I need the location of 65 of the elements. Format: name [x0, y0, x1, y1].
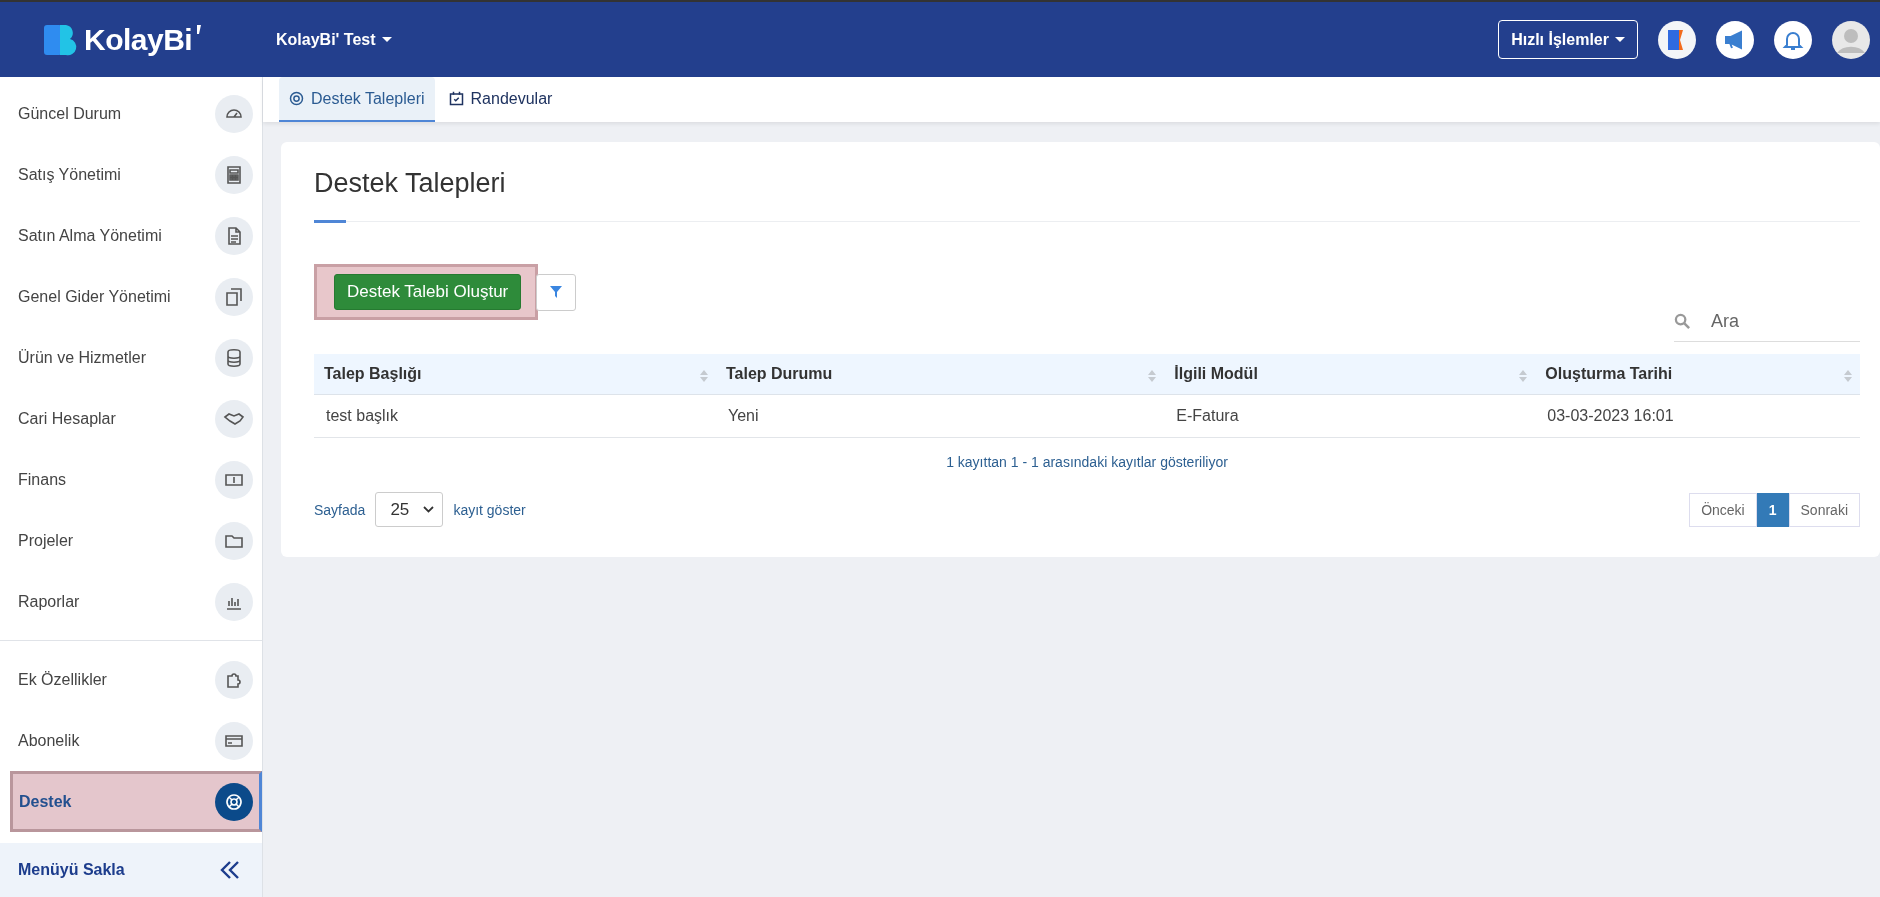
create-request-button[interactable]: Destek Talebi Oluştur [334, 274, 522, 310]
caret-icon [1615, 37, 1625, 42]
sidebar-item[interactable]: Satış Yönetimi [0, 144, 262, 205]
sidebar-item[interactable]: Ek Özellikler [0, 649, 262, 710]
sidebar-item[interactable]: Cari Hesaplar [0, 388, 262, 449]
copy-icon [215, 277, 253, 316]
column-header[interactable]: Oluşturma Tarihi [1535, 354, 1860, 395]
gauge-icon [215, 94, 253, 133]
sort-icon [1148, 370, 1157, 382]
lifebuoy-icon [289, 91, 304, 106]
double-chevron-icon [220, 861, 240, 879]
notification-bell-icon[interactable] [1774, 20, 1812, 59]
sidebar-item[interactable]: Güncel Durum [0, 83, 262, 144]
previous-page-button[interactable]: Önceki [1689, 492, 1757, 527]
sidebar-item[interactable]: Destek [10, 771, 262, 832]
credit-card-icon [215, 721, 253, 760]
page-length-label: Sayfada [314, 501, 366, 518]
page-title: Destek Talepleri [314, 168, 507, 199]
handshake-icon [215, 399, 253, 438]
sort-icon [1844, 370, 1852, 382]
table-cell: test başlık [314, 394, 716, 438]
company-menu[interactable]: KolayBi' Test [270, 29, 398, 50]
sort-icon [1519, 370, 1528, 382]
app-logo-icon[interactable] [1658, 20, 1696, 59]
sidebar-item[interactable]: Satın Alma Yönetimi [0, 205, 262, 266]
table-cell: E-Fatura [1164, 394, 1536, 438]
chevron-down-icon [423, 506, 435, 513]
folder-icon [215, 521, 253, 560]
sidebar-item[interactable]: Ürün ve Hizmetler [0, 327, 262, 388]
calculator-icon [215, 155, 253, 194]
logo-mark-icon [196, 24, 203, 34]
calendar-icon [448, 91, 464, 106]
column-header[interactable]: Talep Durumu [715, 354, 1165, 395]
sidebar-item[interactable]: Genel Gider Yönetimi [0, 266, 262, 327]
filter-button[interactable] [536, 273, 577, 311]
avatar-icon[interactable] [1832, 20, 1870, 59]
banknote-icon [215, 460, 253, 499]
column-header[interactable]: Talep Başlığı [314, 354, 716, 395]
page-length-label: kayıt göster [453, 501, 526, 518]
logo-text: KolayBi [84, 22, 193, 57]
bar-chart-icon [215, 582, 253, 621]
table-cell: Yeni [715, 394, 1165, 438]
caret-icon [381, 37, 392, 42]
filter-icon [549, 285, 564, 299]
search-icon [1674, 313, 1691, 330]
sidebar-item[interactable]: Projeler [0, 510, 262, 571]
database-icon [215, 338, 253, 377]
sidebar-item[interactable]: Finans [0, 449, 262, 510]
sort-icon [699, 370, 708, 382]
lifebuoy-icon [215, 782, 253, 821]
quick-actions-button[interactable]: Hızlı İşlemler [1498, 20, 1638, 59]
next-page-button[interactable]: Sonraki [1788, 492, 1860, 527]
table-cell: 03-03-2023 16:01 [1535, 394, 1860, 438]
sidebar-item[interactable]: Abonelik [0, 710, 262, 771]
puzzle-icon [215, 660, 253, 699]
document-icon [215, 216, 253, 255]
tab[interactable]: Destek Talepleri [279, 77, 435, 122]
page-number-button[interactable]: 1 [1756, 492, 1789, 527]
records-info: 1 kayıttan 1 - 1 arasındaki kayıtlar gösteriliyor [945, 454, 1229, 470]
tab[interactable]: Randevular [438, 77, 563, 122]
page-length-select[interactable]: 25 [375, 492, 444, 527]
hide-menu-button[interactable]: Menüyü Sakla [0, 843, 262, 897]
megaphone-icon[interactable] [1716, 20, 1754, 59]
sidebar-item[interactable]: Raporlar [0, 571, 262, 632]
column-header[interactable]: İlgili Modül [1164, 354, 1536, 395]
